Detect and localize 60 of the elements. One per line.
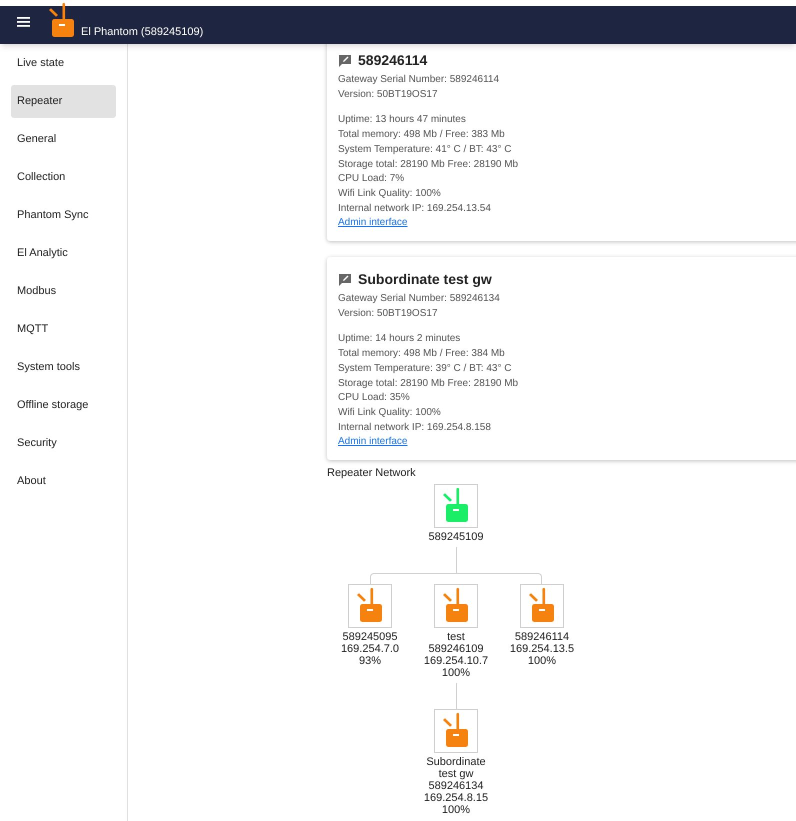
card-stat: Total memory: 498 Mb / Free: 383 Mb [338,128,505,142]
sidebar-item[interactable]: MQTT [11,313,116,346]
sidebar-item[interactable]: Offline storage [11,389,116,422]
device-label: 100% [442,804,470,816]
card-stat: Storage total: 28190 Mb Free: 28190 Mb [338,158,518,172]
admin-link[interactable]: Admin interface [338,216,408,232]
card-stat: System Temperature: 41° C / BT: 43° C [338,142,512,157]
edit-icon[interactable] [338,54,352,67]
network-title: Repeater Network [327,466,416,482]
device-tile[interactable] [434,708,478,753]
card-stat: Uptime: 14 hours 2 minutes [338,332,460,346]
sidebar-item[interactable]: Security [11,427,116,460]
device-label: 169.254.8.15 [424,792,488,804]
device-label: 100% [528,654,556,667]
sidebar-item[interactable]: Collection [11,161,116,194]
card-stat: Wifi Link Quality: 100% [338,406,441,420]
menu-icon[interactable] [17,17,30,27]
device-label: 100% [442,666,470,679]
admin-link[interactable]: Admin interface [338,435,408,450]
card-detail: Gateway Serial Number: 589246134 [338,292,500,306]
sidebar-item[interactable]: Live state [11,47,116,80]
edit-icon[interactable] [338,273,352,286]
app-title: El Phantom (589245109) [81,24,204,40]
device-label: test [447,630,465,643]
card-stat: Total memory: 498 Mb / Free: 384 Mb [338,347,505,362]
card-title: 589246114 [358,51,428,70]
device-tile[interactable] [520,584,564,628]
device-label: 93% [358,654,382,667]
card-title: Subordinate test gw [358,270,492,290]
card-stat: Internal network IP: 169.254.13.54 [338,202,491,216]
device-label: 589246109 [428,642,484,655]
router-icon [47,3,77,39]
card-detail: Version: 50BT19OS17 [338,88,438,102]
sidebar-item[interactable]: General [11,123,116,156]
device-label: Subordinate test gw [425,756,487,780]
device-tile[interactable] [434,584,478,628]
card-detail: Gateway Serial Number: 589246114 [338,73,500,87]
sidebar-item[interactable]: System tools [11,351,116,384]
sidebar-item[interactable]: El Analytic [11,237,116,270]
device-tile[interactable] [348,584,392,628]
device-label: 589245109 [428,530,484,543]
card-stat: Uptime: 13 hours 47 minutes [338,113,466,128]
device-label: 169.254.7.0 [340,642,400,655]
device-label: 589246134 [428,780,484,792]
sidebar-item[interactable]: Modbus [11,275,116,308]
card-detail: Version: 50BT19OS17 [338,306,438,321]
card-stat: Storage total: 28190 Mb Free: 28190 Mb [338,376,518,391]
device-tile[interactable] [434,484,478,528]
card-stat: System Temperature: 39° C / BT: 43° C [338,362,512,376]
card-stat: CPU Load: 35% [338,391,410,406]
card-stat: Wifi Link Quality: 100% [338,186,441,201]
card-stat: Internal network IP: 169.254.8.158 [338,420,491,435]
card-stat: CPU Load: 7% [338,172,404,186]
sidebar-item[interactable]: Repeater [11,85,116,118]
device-label: 589245095 [342,630,398,643]
device-label: 169.254.13.5 [510,642,574,655]
device-label: 589246114 [514,630,570,643]
device-label: 169.254.10.7 [424,654,488,667]
sidebar-item[interactable]: Phantom Sync [11,199,116,232]
sidebar-item[interactable]: About [11,465,116,498]
